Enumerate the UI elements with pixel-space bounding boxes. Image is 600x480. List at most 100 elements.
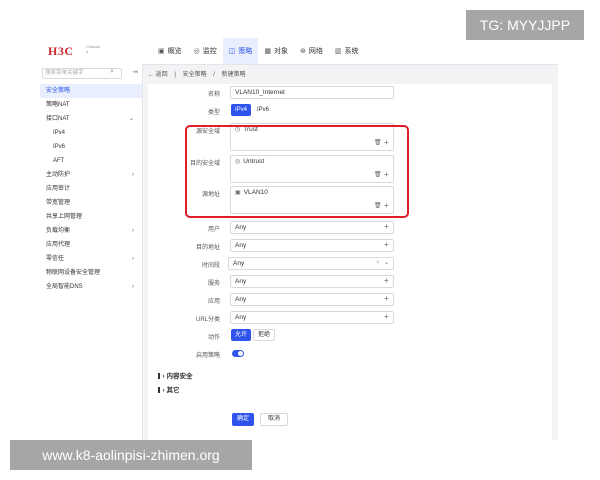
sidebar-item-zero-trust[interactable]: 零信任 › xyxy=(40,252,142,266)
search-icon[interactable]: ⌕ xyxy=(110,68,114,76)
address-icon: ▣ xyxy=(235,190,241,196)
sidebar-item-app-proxy[interactable]: 应用代理 xyxy=(40,238,142,252)
sidebar-item-iot-security[interactable]: 物联网设备安全管理 xyxy=(40,266,142,280)
add-icon[interactable]: + xyxy=(384,139,389,147)
source-zone-value: Trust xyxy=(243,126,258,133)
add-icon[interactable]: + xyxy=(384,295,389,303)
nav-object[interactable]: ▦ 对象 xyxy=(258,38,294,64)
system-icon: ▥ xyxy=(334,48,342,55)
top-nav: ▣ 概览 ◎ 监控 ◫ 策略 ▦ 对象 ⊛ 网络 ▥ 系统 xyxy=(152,38,364,64)
section-bar xyxy=(158,387,160,394)
source-zone-select[interactable]: ◷ Trust xyxy=(230,123,394,151)
collapse-sidebar-icon[interactable]: ⇥ xyxy=(132,68,138,76)
url-category-label: URL分类 xyxy=(195,317,220,323)
cancel-button[interactable]: 取消 xyxy=(260,413,288,426)
breadcrumb-new-policy: 新建策略 xyxy=(221,72,246,78)
nav-overview-label: 概览 xyxy=(167,48,182,55)
sidebar-item-label: IPv4 xyxy=(53,130,66,136)
delete-icon[interactable]: 🗑 xyxy=(374,171,382,178)
add-icon[interactable]: + xyxy=(384,202,389,210)
sidebar-item-load-balance[interactable]: 负载均衡 › xyxy=(40,224,142,238)
source-address-label: 源地址 xyxy=(201,192,220,198)
nav-network-label: 网络 xyxy=(308,48,323,55)
add-icon[interactable]: + xyxy=(384,277,389,285)
sidebar-item-active-defense[interactable]: 主动防护 › xyxy=(40,168,142,182)
destination-address-select[interactable]: Any xyxy=(230,239,394,252)
top-bar: H3C Chassis 0 ▣ 概览 ◎ 监控 ◫ 策略 ▦ 对象 ⊛ 网络 ▥ 系统 xyxy=(40,38,558,65)
chevron-down-icon[interactable]: ⌄ xyxy=(384,259,389,267)
action-deny-button[interactable]: 拒绝 xyxy=(253,329,275,341)
add-icon[interactable]: + xyxy=(384,171,389,179)
sidebar-item-policy-nat[interactable]: 策略NAT xyxy=(40,98,142,112)
object-icon: ▦ xyxy=(264,48,271,55)
section-other[interactable]: › 其它 xyxy=(158,384,179,394)
url-category-select[interactable]: Any xyxy=(230,311,394,324)
sidebar-item-label: 接口NAT xyxy=(46,116,70,122)
ok-button[interactable]: 确定 xyxy=(232,413,254,426)
sidebar-item-aft[interactable]: AFT xyxy=(40,154,142,168)
service-select[interactable]: Any xyxy=(230,275,394,288)
add-icon[interactable]: + xyxy=(384,313,389,321)
sidebar-item-label: AFT xyxy=(53,158,65,164)
sidebar-item-label: 物联网设备安全管理 xyxy=(46,270,101,276)
clear-icon[interactable]: × xyxy=(376,259,380,267)
watermark-top: TG: MYYJJPP xyxy=(466,10,584,40)
action-allow-button[interactable]: 允许 xyxy=(231,329,251,341)
destination-zone-select[interactable]: ◎ Untrust xyxy=(230,155,394,183)
sidebar-item-global-dns[interactable]: 全局智能DNS › xyxy=(40,280,142,294)
add-icon[interactable]: + xyxy=(384,241,389,249)
type-label: 类型 xyxy=(207,110,220,116)
source-address-value: VLAN10 xyxy=(243,189,268,196)
type-ipv4-button[interactable]: IPv4 xyxy=(231,104,251,116)
application-select[interactable]: Any xyxy=(230,293,394,306)
add-icon[interactable]: + xyxy=(384,223,389,231)
delete-icon[interactable]: 🗑 xyxy=(374,202,382,209)
sidebar-item-security-policy[interactable]: 安全策略 xyxy=(40,84,142,98)
sidebar-item-label: IPv6 xyxy=(53,144,66,150)
sidebar-item-interface-nat[interactable]: 接口NAT ⌄ xyxy=(40,112,142,126)
brand-subtitle: Chassis 0 xyxy=(86,44,100,54)
nav-overview[interactable]: ▣ 概览 xyxy=(152,38,188,64)
enable-policy-label: 启用策略 xyxy=(195,353,220,359)
enable-policy-toggle[interactable] xyxy=(232,350,244,357)
back-link[interactable]: ← 返回 xyxy=(148,72,168,78)
nav-policy-label: 策略 xyxy=(238,48,253,55)
chevron-right-icon: › xyxy=(132,228,134,234)
nav-monitor[interactable]: ◎ 监控 xyxy=(188,38,223,64)
zone-icon: ◷ xyxy=(235,127,241,133)
breadcrumb-security-policy[interactable]: 安全策略 xyxy=(183,72,207,78)
app-window: H3C Chassis 0 ▣ 概览 ◎ 监控 ◫ 策略 ▦ 对象 ⊛ 网络 ▥ 系统 搜索… xyxy=(40,38,558,440)
sidebar-item-ipv6[interactable]: IPv6 xyxy=(40,140,142,154)
delete-icon[interactable]: 🗑 xyxy=(374,139,382,146)
sidebar: 搜索菜单关键字 ⌕ ⇥ 安全策略 策略NAT 接口NAT ⌄ IPv4 IPv6 … xyxy=(40,64,143,440)
time-range-select[interactable]: Any xyxy=(228,257,394,270)
section-bar xyxy=(158,373,160,380)
nav-network[interactable]: ⊛ 网络 xyxy=(294,38,329,64)
type-ipv6-button[interactable]: IPv6 xyxy=(253,104,273,116)
destination-zone-value: Untrust xyxy=(243,158,265,165)
nav-policy[interactable]: ◫ 策略 xyxy=(222,38,259,64)
sidebar-item-label: 主动防护 xyxy=(46,172,71,178)
chevron-right-icon: › xyxy=(132,284,134,290)
source-address-select[interactable]: ▣ VLAN10 xyxy=(230,186,394,214)
nav-object-label: 对象 xyxy=(273,48,288,55)
chevron-right-icon: › xyxy=(132,172,134,178)
sidebar-item-label: 应用代理 xyxy=(46,242,71,248)
brand-logo: H3C xyxy=(48,44,74,58)
breadcrumb: ← 返回 | 安全策略 / 新建策略 xyxy=(148,68,251,82)
chevron-right-icon: › xyxy=(132,256,134,262)
user-select[interactable]: Any xyxy=(230,221,394,234)
name-input[interactable]: VLAN10_Internet xyxy=(230,86,394,99)
name-label: 名称 xyxy=(207,92,220,98)
sidebar-item-ipv4[interactable]: IPv4 xyxy=(40,126,142,140)
sidebar-item-shared-internet[interactable]: 共享上网管理 xyxy=(40,210,142,224)
destination-address-label: 目的地址 xyxy=(195,245,220,251)
network-icon: ⊛ xyxy=(299,48,306,55)
sidebar-item-label: 负载均衡 xyxy=(46,228,71,234)
overview-icon: ▣ xyxy=(158,48,165,55)
sidebar-item-app-audit[interactable]: 应用审计 xyxy=(40,182,142,196)
nav-system[interactable]: ▥ 系统 xyxy=(329,38,365,64)
sidebar-item-label: 带宽管理 xyxy=(46,200,71,206)
sidebar-item-bandwidth[interactable]: 带宽管理 xyxy=(40,196,142,210)
section-content-security[interactable]: › 内容安全 xyxy=(158,370,192,380)
